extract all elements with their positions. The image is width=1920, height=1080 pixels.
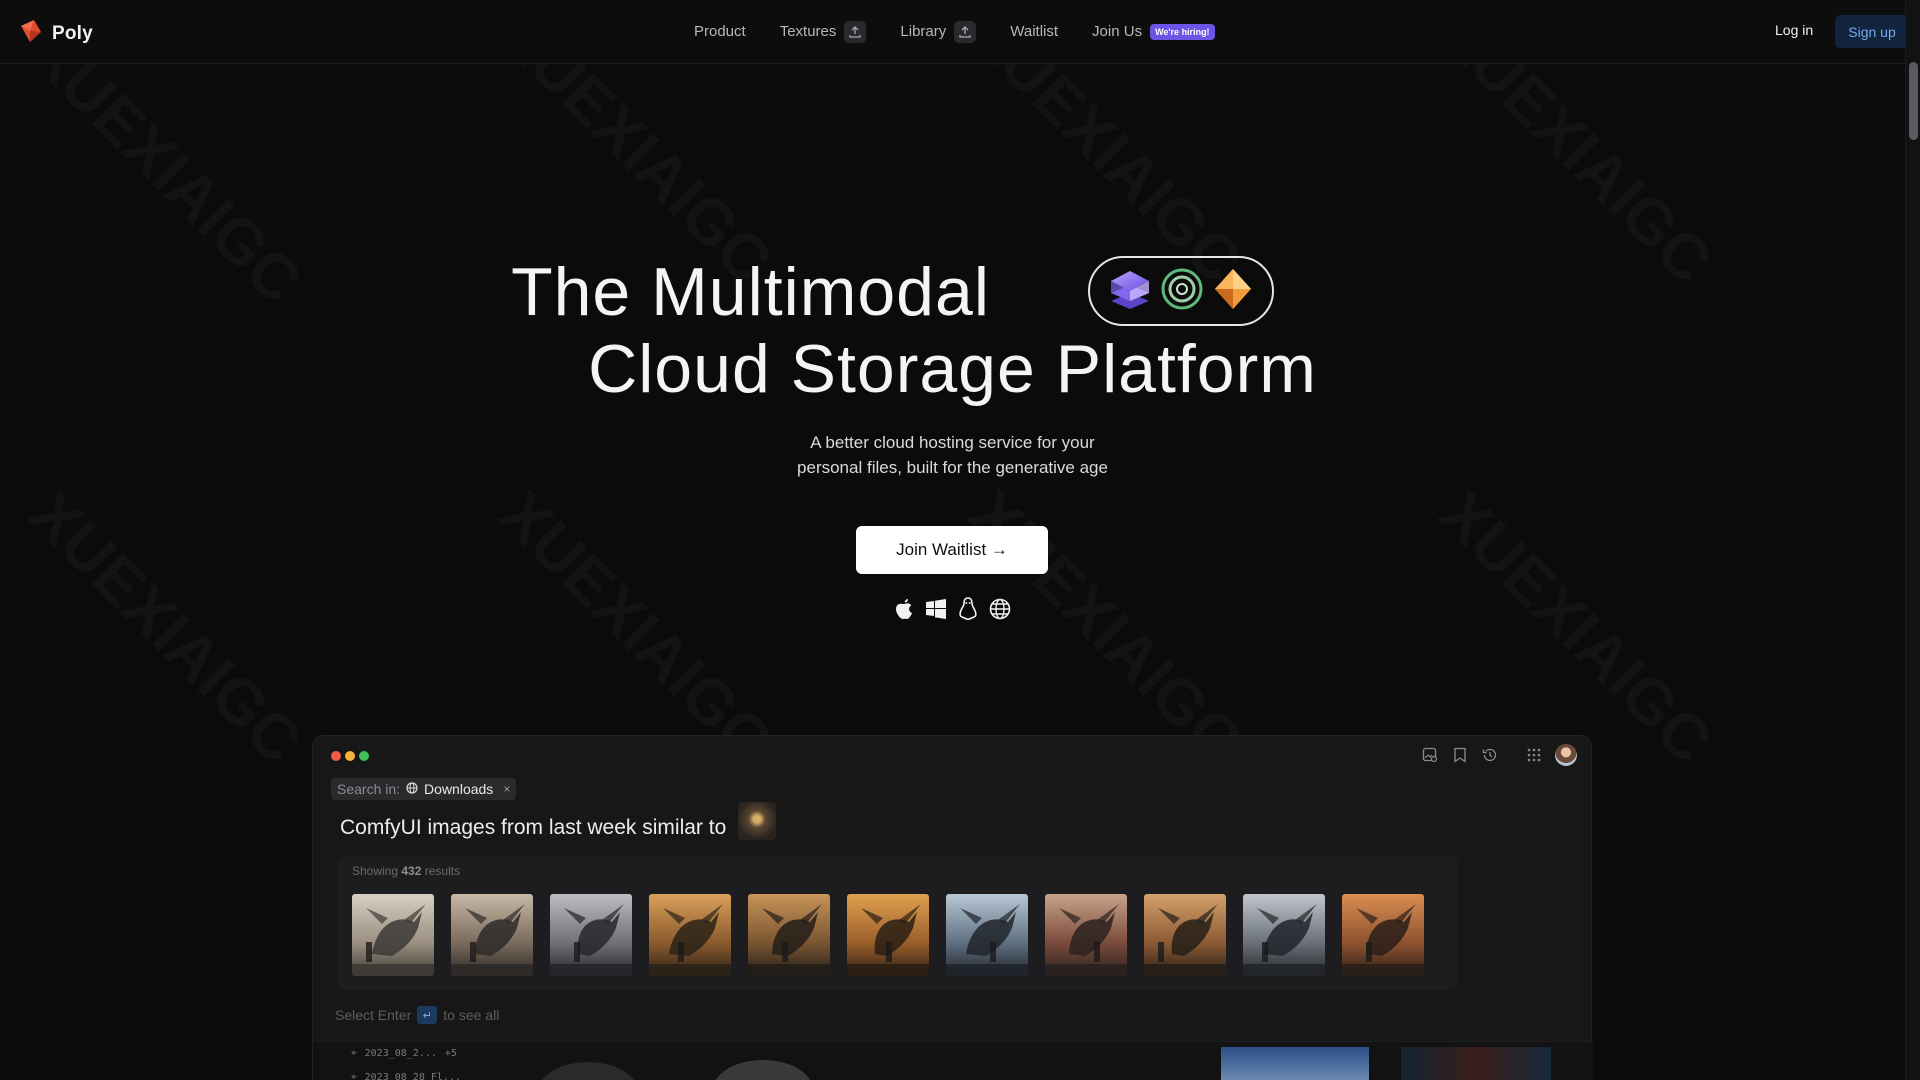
sky-thumbnail[interactable] [1221,1047,1369,1080]
nav-join-us-label: Join Us [1092,23,1143,40]
platform-icons [893,597,1011,621]
globe-icon [406,781,418,797]
scrollbar-thumb[interactable] [1909,62,1918,140]
nav-product-label: Product [694,23,746,40]
result-thumbnail[interactable] [550,894,632,976]
layers-icon [1109,267,1151,316]
login-link[interactable]: Log in [1775,22,1813,38]
nav-waitlist-label: Waitlist [1010,23,1059,40]
brand-name: Poly [52,22,93,44]
user-avatar[interactable] [1555,744,1577,766]
windows-icon[interactable] [925,597,947,621]
scope-value: Downloads [424,781,494,797]
nav-library-label: Library [900,23,947,40]
hiring-badge: We're hiring! [1150,23,1215,40]
app-toolbar [1421,744,1577,766]
result-thumbnail[interactable] [946,894,1028,976]
brand-logo[interactable]: Poly [18,18,93,49]
file-name: 2023_08_28_Fl... [364,1072,461,1080]
nav-textures[interactable]: Textures [779,20,867,43]
result-thumbnail[interactable] [1342,894,1424,976]
results-thumbnails [352,894,1424,976]
image-search-icon[interactable] [1421,746,1439,764]
list-item[interactable]: ⌖ 2023_08_28_Fl... [351,1072,461,1080]
maximize-window-dot[interactable] [359,751,369,761]
diamond-icon [1213,267,1253,316]
watermark: XUEXIAIGC [15,476,316,777]
main-nav: Product Textures Library Waitlist Join U… [694,0,1215,63]
upload-icon [954,20,977,43]
watermark: XUEXIAIGC [955,476,1256,777]
nav-textures-label: Textures [779,23,837,40]
file-extra-count: +5 [444,1048,457,1059]
watermark: XUEXIAIGC [1425,476,1726,777]
pin-icon: ⌖ [351,1072,357,1080]
result-thumbnail[interactable] [352,894,434,976]
results-number: 432 [401,864,422,878]
list-item[interactable]: ⌖ 2023_08_2... +5 [351,1048,457,1059]
hero-subtitle-line1: A better cloud hosting service for your [810,433,1095,452]
minimize-window-dot[interactable] [345,751,355,761]
sphere-thumbnail[interactable] [538,1062,638,1080]
globe-icon[interactable] [989,597,1011,621]
hero-subtitle-line2: personal files, built for the generative… [797,458,1108,477]
hint-before: Select Enter [335,1007,412,1023]
hint-after: to see all [443,1007,500,1023]
nav-waitlist[interactable]: Waitlist [1010,23,1058,40]
watermark: XUEXIAIGC [485,476,786,777]
search-scope-chip[interactable]: Search in: Downloads × [331,778,517,800]
page-scrollbar[interactable] [1905,0,1920,1080]
enter-key-icon: ↵ [417,1006,438,1024]
modality-icon-pill [1088,256,1274,326]
search-query-text: ComfyUI images from last week similar to [340,816,727,839]
hero-title-text-1: The Multimodal [511,254,990,330]
result-thumbnail[interactable] [1045,894,1127,976]
hero-title-line2: Cloud Storage Platform [588,331,1317,407]
result-thumbnail[interactable] [649,894,731,976]
sphere-thumbnail[interactable] [713,1060,813,1080]
poly-logo-icon [18,18,44,49]
city-thumbnail[interactable] [1401,1047,1551,1080]
result-thumbnail[interactable] [847,894,929,976]
join-waitlist-button[interactable]: Join Waitlist → [856,526,1048,574]
top-navigation: Poly Product Textures Library Waitlist J… [0,0,1909,64]
results-count: Showing 432 results [352,864,460,878]
nav-join-us[interactable]: Join Us We're hiring! [1092,23,1215,40]
history-icon[interactable] [1481,746,1499,764]
file-name: 2023_08_2... [364,1048,437,1059]
results-suffix: results [424,864,461,878]
result-thumbnail[interactable] [451,894,533,976]
close-window-dot[interactable] [331,751,341,761]
pin-icon: ⌖ [351,1048,357,1059]
bookmark-icon[interactable] [1451,746,1469,764]
app-preview-window: Search in: Downloads × ComfyUI images fr… [312,735,1593,1080]
result-thumbnail[interactable] [1144,894,1226,976]
results-panel: Showing 432 results [338,856,1458,990]
result-thumbnail[interactable] [1243,894,1325,976]
hero-title-line1: The Multimodal [0,253,1905,331]
hero-subtitle: A better cloud hosting service for your … [0,430,1905,480]
nav-product[interactable]: Product [694,23,746,40]
file-browser-preview: ⌖ 2023_08_2... +5 ⌖ 2023_08_28_Fl... [313,1041,1593,1080]
query-reference-image[interactable] [738,802,777,840]
scope-prefix: Search in: [337,781,401,797]
apple-icon[interactable] [893,597,915,621]
close-icon[interactable]: × [503,782,510,796]
enter-hint: Select Enter ↵ to see all [335,1006,499,1024]
result-thumbnail[interactable] [748,894,830,976]
search-query[interactable]: ComfyUI images from last week similar to [340,802,777,840]
linux-icon[interactable] [957,597,979,621]
rings-icon [1160,267,1204,316]
results-prefix: Showing [352,864,399,878]
grid-icon[interactable] [1525,746,1543,764]
nav-library[interactable]: Library [900,20,977,43]
signup-button[interactable]: Sign up [1835,15,1909,48]
window-controls [331,751,369,761]
upload-icon [844,20,867,43]
